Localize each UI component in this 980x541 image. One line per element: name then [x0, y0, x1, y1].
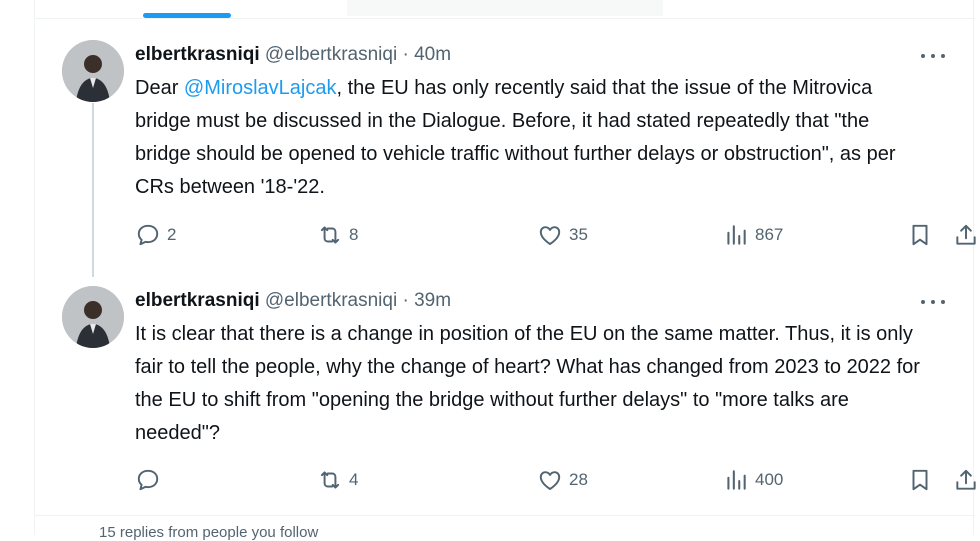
tweet-header: elbertkrasniqi @elbertkrasniqi · 39m: [135, 290, 451, 312]
reply-count: 2: [167, 225, 177, 244]
thread-connector-line: [92, 103, 94, 277]
reply-icon: [137, 224, 159, 246]
avatar-photo: [62, 286, 124, 348]
tab-ghost: [347, 0, 663, 16]
views-button[interactable]: 400: [723, 467, 783, 493]
like-button[interactable]: 35: [537, 222, 588, 248]
repost-icon: [320, 471, 340, 489]
views-icon: [727, 225, 746, 245]
more-icon[interactable]: [921, 49, 945, 63]
separator: ·: [402, 290, 409, 311]
timestamp[interactable]: 40m: [414, 44, 451, 65]
bookmark-button[interactable]: [907, 222, 933, 248]
user-handle[interactable]: @elbertkrasniqi: [265, 290, 397, 311]
tweet-actions: 2 8 35 867: [135, 222, 976, 250]
reply-icon: [137, 469, 159, 491]
divider: [35, 515, 975, 516]
like-icon: [539, 471, 561, 490]
more-icon[interactable]: [921, 295, 945, 309]
tweet-text-start: Dear: [135, 77, 184, 99]
tab-strip: [35, 0, 975, 19]
views-count: 400: [755, 470, 784, 489]
share-button[interactable]: [953, 222, 979, 248]
avatar-photo: [62, 40, 124, 102]
repost-button[interactable]: 4: [317, 467, 358, 493]
more-replies-link[interactable]: 15 replies from people you follow: [99, 524, 318, 541]
bookmark-button[interactable]: [907, 467, 933, 493]
share-icon: [956, 224, 976, 245]
reply-button[interactable]: 2: [135, 222, 176, 248]
avatar[interactable]: [62, 40, 124, 102]
like-count: 35: [569, 225, 588, 244]
tweet-header: elbertkrasniqi @elbertkrasniqi · 40m: [135, 44, 451, 66]
views-icon: [727, 470, 746, 490]
tweet-text: Dear @MiroslavLajcak, the EU has only re…: [135, 72, 925, 204]
reply-button[interactable]: [135, 467, 167, 493]
repost-count: 4: [349, 470, 359, 489]
active-tab-indicator: [143, 13, 231, 18]
separator: ·: [402, 44, 409, 65]
tweet-text: It is clear that there is a change in po…: [135, 323, 920, 444]
bookmark-icon: [912, 469, 928, 491]
display-name[interactable]: elbertkrasniqi: [135, 44, 260, 65]
repost-count: 8: [349, 225, 359, 244]
share-icon: [956, 469, 976, 490]
repost-button[interactable]: 8: [317, 222, 358, 248]
display-name[interactable]: elbertkrasniqi: [135, 290, 260, 311]
timestamp[interactable]: 39m: [414, 290, 451, 311]
like-icon: [539, 226, 561, 245]
views-button[interactable]: 867: [723, 222, 783, 248]
bookmark-icon: [912, 224, 928, 246]
mention-link[interactable]: @MiroslavLajcak: [184, 77, 337, 99]
user-handle[interactable]: @elbertkrasniqi: [265, 44, 397, 65]
like-count: 28: [569, 470, 588, 489]
views-count: 867: [755, 225, 784, 244]
share-button[interactable]: [953, 467, 979, 493]
repost-icon: [320, 226, 340, 244]
tweet-actions: 4 28 400: [135, 467, 976, 495]
like-button[interactable]: 28: [537, 467, 588, 493]
conversation-panel: elbertkrasniqi @elbertkrasniqi · 40m Dea…: [34, 0, 976, 541]
avatar[interactable]: [62, 286, 124, 348]
